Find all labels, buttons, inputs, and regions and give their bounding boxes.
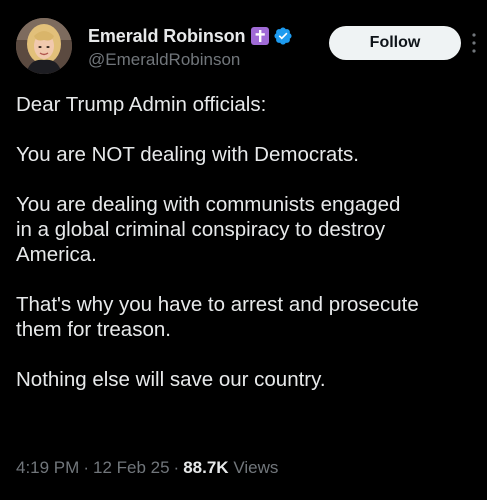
author-info: Emerald Robinson @EmeraldRobinson [88, 24, 293, 70]
more-vertical-icon[interactable] [471, 31, 477, 55]
tweet-meta: 4:19 PM · 12 Feb 25 · 88.7K Views [16, 458, 278, 478]
tweet-paragraph: You are dealing with communists engaged … [16, 193, 401, 266]
tweet-card: Emerald Robinson @EmeraldRobinson Follow [0, 0, 487, 500]
meta-separator: · [83, 458, 89, 477]
verified-badge-icon[interactable] [273, 26, 293, 46]
tweet-time[interactable]: 4:19 PM [16, 458, 79, 477]
cross-icon [251, 27, 270, 45]
tweet-date[interactable]: 12 Feb 25 [93, 458, 170, 477]
tweet-paragraph: Dear Trump Admin officials: [16, 93, 267, 116]
views-label: Views [233, 458, 279, 477]
tweet-paragraph: You are NOT dealing with Democrats. [16, 143, 359, 166]
avatar-image [16, 18, 72, 74]
views-count[interactable]: 88.7K [183, 458, 228, 477]
avatar[interactable] [16, 18, 72, 74]
display-name-row: Emerald Robinson [88, 24, 293, 48]
tweet-header: Emerald Robinson @EmeraldRobinson Follow [16, 18, 479, 78]
handle[interactable]: @EmeraldRobinson [88, 50, 293, 70]
display-name[interactable]: Emerald Robinson [88, 26, 246, 47]
tweet-text: Dear Trump Admin officials: You are NOT … [16, 92, 476, 417]
follow-button[interactable]: Follow [329, 26, 461, 60]
tweet-paragraph: Nothing else will save our country. [16, 368, 326, 391]
meta-separator: · [173, 458, 180, 477]
tweet-paragraph: That's why you have to arrest and prosec… [16, 293, 419, 341]
